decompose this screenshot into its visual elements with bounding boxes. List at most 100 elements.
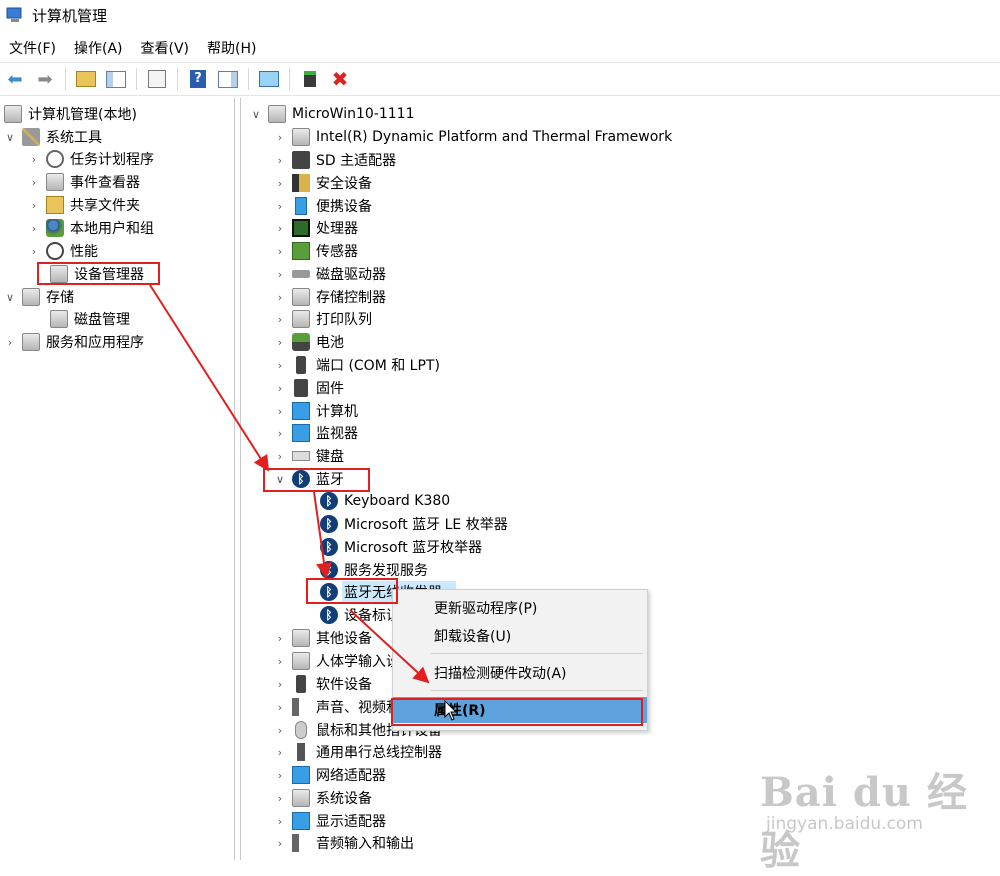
chevron-right-icon[interactable]: ›	[28, 148, 40, 170]
chevron-right-icon[interactable]: ›	[28, 194, 40, 216]
tree-root[interactable]: 计算机管理(本地)	[4, 103, 137, 125]
category-label: 存储控制器	[316, 290, 386, 306]
chevron-right-icon[interactable]: ›	[4, 331, 16, 353]
arrow-left-icon: ⬅	[7, 68, 23, 90]
category-firmware[interactable]: › 固件	[274, 377, 344, 399]
bt-le-enumerator[interactable]: ᛒ Microsoft 蓝牙 LE 枚举器	[320, 513, 508, 535]
tree-services-apps[interactable]: › 服务和应用程序	[4, 331, 144, 353]
chevron-right-icon[interactable]: ›	[274, 400, 286, 422]
category-storage-controllers[interactable]: › 存储控制器	[274, 286, 386, 308]
show-hide-tree-button[interactable]	[103, 66, 129, 92]
category-portable[interactable]: › 便携设备	[274, 195, 372, 217]
category-computer[interactable]: › 计算机	[274, 400, 358, 422]
category-disk-drives[interactable]: › 磁盘驱动器	[274, 263, 386, 285]
chevron-right-icon[interactable]: ›	[274, 195, 286, 217]
category-sd-host[interactable]: › SD 主适配器	[274, 149, 396, 171]
chevron-right-icon[interactable]: ›	[274, 308, 286, 330]
forward-button[interactable]: ➡	[32, 66, 58, 92]
category-audio-io[interactable]: › 音频输入和输出	[274, 832, 414, 854]
chevron-right-icon[interactable]: ›	[28, 217, 40, 239]
chevron-right-icon[interactable]: ›	[274, 741, 286, 763]
menu-help[interactable]: 帮助(H)	[198, 38, 265, 58]
category-bluetooth[interactable]: ∨ ᛒ 蓝牙	[274, 468, 344, 490]
chevron-right-icon[interactable]: ›	[274, 445, 286, 467]
category-processors[interactable]: › 处理器	[274, 217, 358, 239]
tree-performance[interactable]: › 性能	[28, 240, 98, 262]
chevron-right-icon[interactable]: ›	[274, 217, 286, 239]
category-ports[interactable]: › 端口 (COM 和 LPT)	[274, 354, 440, 376]
up-folder-button[interactable]	[73, 66, 99, 92]
chevron-right-icon[interactable]: ›	[274, 377, 286, 399]
properties-toolbar-button[interactable]	[144, 66, 170, 92]
chevron-right-icon[interactable]: ›	[274, 650, 286, 672]
menu-scan-hardware[interactable]: 扫描检测硬件改动(A)	[393, 660, 647, 686]
category-keyboards[interactable]: › 键盘	[274, 445, 344, 467]
chevron-right-icon[interactable]: ›	[274, 240, 286, 262]
window-title: 计算机管理	[32, 6, 108, 25]
tree-local-users[interactable]: › 本地用户和组	[28, 217, 154, 239]
chevron-right-icon[interactable]: ›	[274, 673, 286, 695]
category-software-devices[interactable]: › 软件设备	[274, 673, 372, 695]
chevron-right-icon[interactable]: ›	[274, 696, 286, 718]
menu-uninstall-device[interactable]: 卸载设备(U)	[393, 623, 647, 649]
category-batteries[interactable]: › 电池	[274, 331, 344, 353]
chevron-right-icon[interactable]: ›	[274, 172, 286, 194]
chevron-right-icon[interactable]: ›	[274, 263, 286, 285]
chevron-right-icon[interactable]: ›	[274, 286, 286, 308]
title-bar: 计算机管理	[0, 0, 1000, 30]
menu-view[interactable]: 查看(V)	[132, 38, 199, 58]
display-adapter-icon	[292, 812, 310, 830]
bt-enumerator[interactable]: ᛒ Microsoft 蓝牙枚举器	[320, 536, 482, 558]
printer-icon	[292, 310, 310, 328]
chevron-right-icon[interactable]: ›	[274, 764, 286, 786]
category-print-queues[interactable]: › 打印队列	[274, 308, 372, 330]
storage-icon	[22, 288, 40, 306]
back-button[interactable]: ⬅	[2, 66, 28, 92]
chevron-right-icon[interactable]: ›	[274, 787, 286, 809]
chevron-right-icon[interactable]: ›	[28, 171, 40, 193]
menu-properties[interactable]: 属性(R)	[393, 697, 647, 723]
category-network[interactable]: › 网络适配器	[274, 764, 386, 786]
category-usb[interactable]: › 通用串行总线控制器	[274, 741, 442, 763]
chevron-right-icon[interactable]: ›	[274, 331, 286, 353]
category-monitors[interactable]: › 监视器	[274, 422, 358, 444]
category-intel-dptf[interactable]: › Intel(R) Dynamic Platform and Thermal F…	[274, 126, 672, 148]
category-display-adapters[interactable]: › 显示适配器	[274, 810, 386, 832]
tree-storage[interactable]: ∨ 存储	[4, 286, 74, 308]
help-button[interactable]: ?	[185, 66, 211, 92]
tree-device-manager[interactable]: 设备管理器	[46, 263, 144, 285]
tree-system-tools[interactable]: ∨ 系统工具	[4, 126, 102, 148]
tree-task-scheduler[interactable]: › 任务计划程序	[28, 148, 154, 170]
chevron-down-icon[interactable]: ∨	[274, 468, 286, 490]
uninstall-button[interactable]: ✖	[327, 66, 353, 92]
chevron-right-icon[interactable]: ›	[274, 149, 286, 171]
category-security[interactable]: › 安全设备	[274, 172, 372, 194]
menu-update-driver[interactable]: 更新驱动程序(P)	[393, 595, 647, 621]
menu-file[interactable]: 文件(F)	[0, 38, 65, 58]
chevron-right-icon[interactable]: ›	[274, 832, 286, 854]
chevron-down-icon[interactable]: ∨	[4, 286, 16, 308]
category-sensors[interactable]: › 传感器	[274, 240, 358, 262]
category-system-devices[interactable]: › 系统设备	[274, 787, 372, 809]
chevron-right-icon[interactable]: ›	[274, 627, 286, 649]
menu-action[interactable]: 操作(A)	[65, 38, 132, 58]
scan-hardware-button[interactable]	[256, 66, 282, 92]
category-other-devices[interactable]: › 其他设备	[274, 627, 372, 649]
chevron-right-icon[interactable]: ›	[274, 810, 286, 832]
chevron-right-icon[interactable]: ›	[28, 240, 40, 262]
bt-keyboard-k380[interactable]: ᛒ Keyboard K380	[320, 490, 450, 512]
bt-service-discovery[interactable]: ᛒ 服务发现服务	[320, 559, 428, 581]
chevron-right-icon[interactable]: ›	[274, 354, 286, 376]
update-driver-button[interactable]	[297, 66, 323, 92]
tree-event-viewer[interactable]: › 事件查看器	[28, 171, 140, 193]
tree-shared-folders[interactable]: › 共享文件夹	[28, 194, 140, 216]
chevron-right-icon[interactable]: ›	[274, 719, 286, 741]
chevron-right-icon[interactable]: ›	[274, 126, 286, 148]
category-label: 蓝牙	[316, 472, 344, 488]
device-tree-root[interactable]: ∨ MicroWin10-1111	[250, 103, 414, 125]
chevron-right-icon[interactable]: ›	[274, 422, 286, 444]
tree-disk-management[interactable]: 磁盘管理	[46, 308, 130, 330]
action-pane-button[interactable]	[215, 66, 241, 92]
chevron-down-icon[interactable]: ∨	[4, 126, 16, 148]
chevron-down-icon[interactable]: ∨	[250, 103, 262, 125]
